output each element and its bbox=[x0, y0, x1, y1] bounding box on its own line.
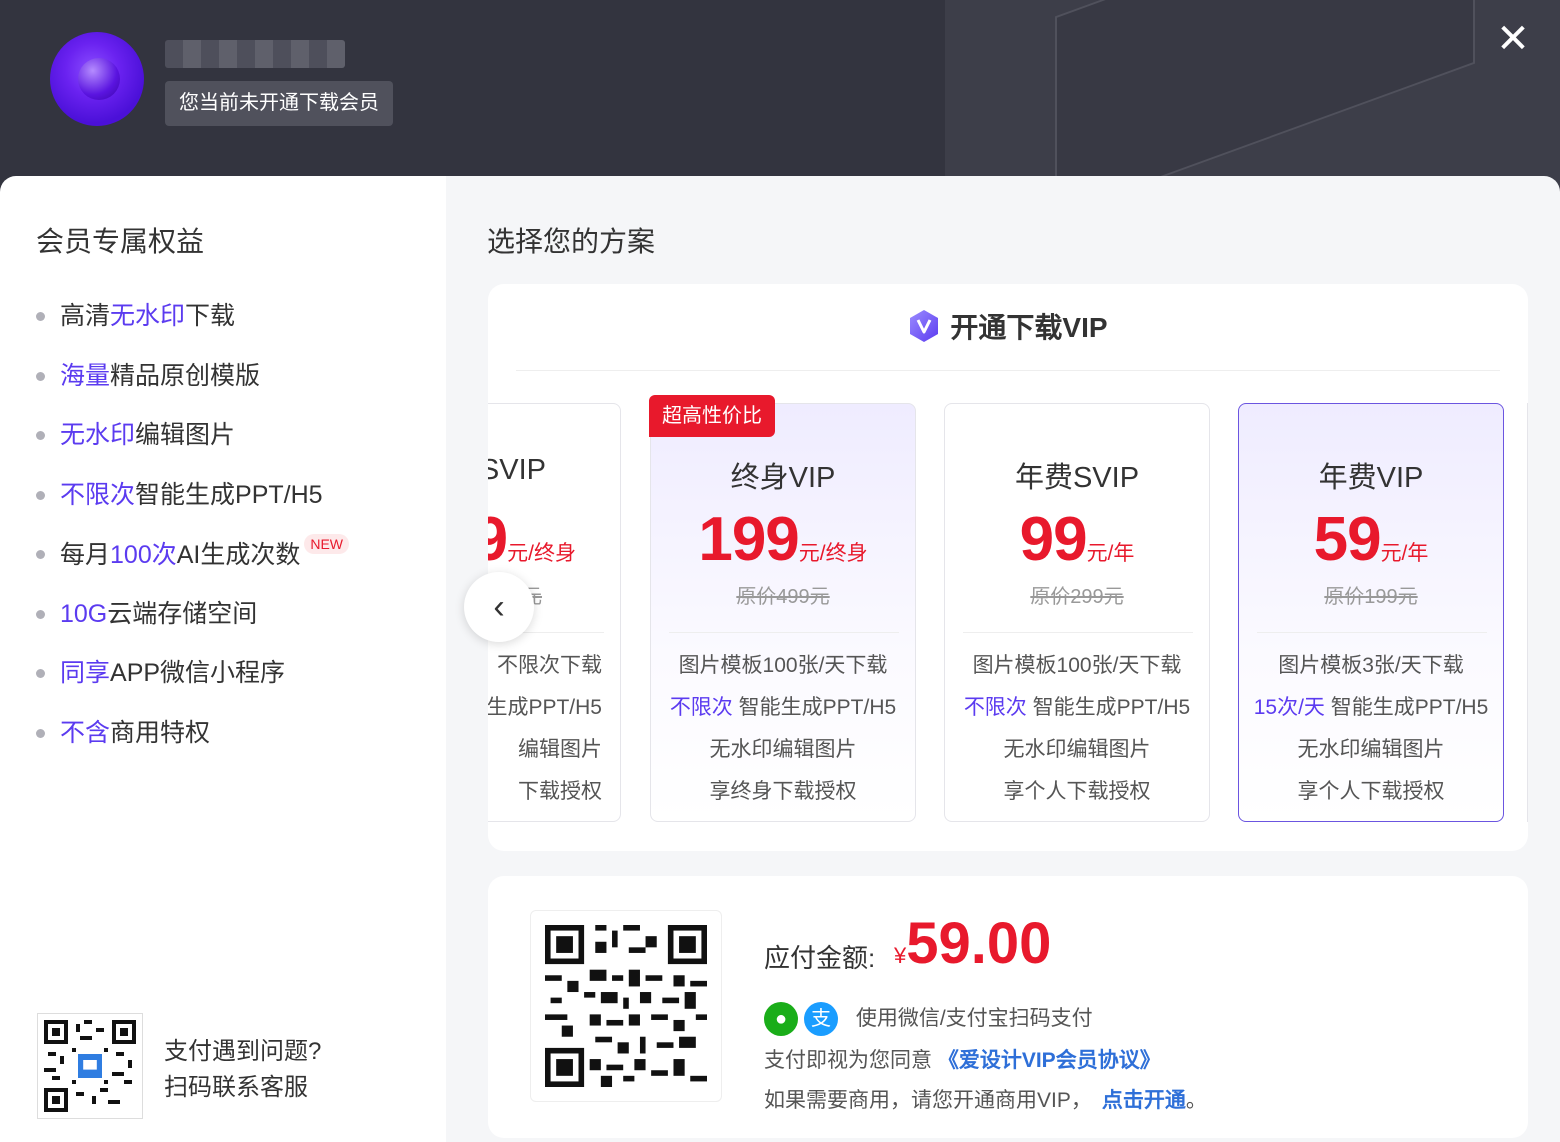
plan-card-annual-vip[interactable]: 年费VIP 59元/年 原价199元 图片模板3张/天下载 15次/天 智能生成… bbox=[1238, 403, 1504, 822]
alipay-icon: 支 bbox=[804, 1002, 838, 1037]
header: 您当前未开通下载会员 ✕ bbox=[0, 0, 1560, 200]
vip-v-icon bbox=[910, 310, 939, 342]
best-value-badge: 超高性价比 bbox=[649, 395, 775, 437]
payment-card: 应付金额: ¥59.00 ● 支 使用微信/支付宝扫码支付 支付即视为您同意 《爱… bbox=[488, 876, 1528, 1138]
benefit-item: 高清无水印下载 bbox=[36, 296, 349, 356]
new-tag: NEW bbox=[304, 534, 350, 554]
username-blurred bbox=[165, 40, 345, 68]
payment-methods: ● 支 使用微信/支付宝扫码支付 bbox=[764, 1002, 1093, 1037]
service-qr-code bbox=[37, 1013, 143, 1119]
open-commercial-link[interactable]: 点击开通 bbox=[1102, 1089, 1186, 1112]
commercial-line: 如果需要商用，请您开通商用VIP， 点击开通。 bbox=[764, 1089, 1207, 1112]
payment-qr-code bbox=[530, 910, 722, 1102]
amount-value: ¥59.00 bbox=[894, 911, 1052, 976]
plan-card-lifetime-vip[interactable]: 超高性价比 终身VIP 199元/终身 原价499元 图片模板100张/天下载 … bbox=[649, 395, 916, 822]
benefit-item: 海量精品原创模版 bbox=[36, 356, 349, 416]
benefit-item: 无水印编辑图片 bbox=[36, 415, 349, 475]
payment-qr-icon bbox=[545, 925, 707, 1087]
plans-panel: 选择您的方案 开通下载VIP SVIP 9元/终身 元 不限次下载 生成PPT/… bbox=[446, 176, 1560, 1142]
benefit-item: 10G云端存储空间 bbox=[36, 594, 349, 654]
vip-agreement-link[interactable]: 《爱设计VIP会员协议》 bbox=[938, 1049, 1161, 1072]
close-icon[interactable]: ✕ bbox=[1494, 19, 1532, 59]
benefits-panel: 会员专属权益 高清无水印下载 海量精品原创模版 无水印编辑图片 不限次智能生成P… bbox=[0, 176, 446, 1142]
plan-card-next-partial[interactable] bbox=[1527, 403, 1528, 822]
benefit-item: 不限次智能生成PPT/H5 bbox=[36, 475, 349, 535]
service-text: 支付遇到问题? 扫码联系客服 bbox=[164, 1038, 322, 1101]
plan-card-annual-svip[interactable]: 年费SVIP 99元/年 原价299元 图片模板100张/天下载 不限次 智能生… bbox=[944, 403, 1210, 822]
avatar bbox=[50, 32, 144, 126]
member-status-badge: 您当前未开通下载会员 bbox=[165, 81, 393, 126]
wechat-pay-icon: ● bbox=[764, 1002, 798, 1037]
plans-header: 开通下载VIP bbox=[488, 306, 1528, 346]
benefits-list: 高清无水印下载 海量精品原创模版 无水印编辑图片 不限次智能生成PPT/H5 每… bbox=[36, 296, 350, 773]
prev-plan-button[interactable]: ‹ bbox=[464, 572, 534, 642]
benefit-item: 不含商用特权 bbox=[36, 713, 349, 773]
benefits-title: 会员专属权益 bbox=[36, 226, 205, 257]
plans-title: 选择您的方案 bbox=[487, 226, 656, 257]
benefit-item: 每月100次AI生成次数 NEW bbox=[36, 534, 350, 594]
plans-card: 开通下载VIP SVIP 9元/终身 元 不限次下载 生成PPT/H5 编辑图片… bbox=[488, 284, 1528, 851]
agreement-line: 支付即视为您同意 《爱设计VIP会员协议》 bbox=[764, 1049, 1161, 1072]
divider bbox=[516, 370, 1500, 371]
qr-icon bbox=[44, 1020, 136, 1112]
benefit-item: 同享APP微信小程序 bbox=[36, 653, 349, 713]
amount-label: 应付金额: bbox=[764, 943, 876, 973]
